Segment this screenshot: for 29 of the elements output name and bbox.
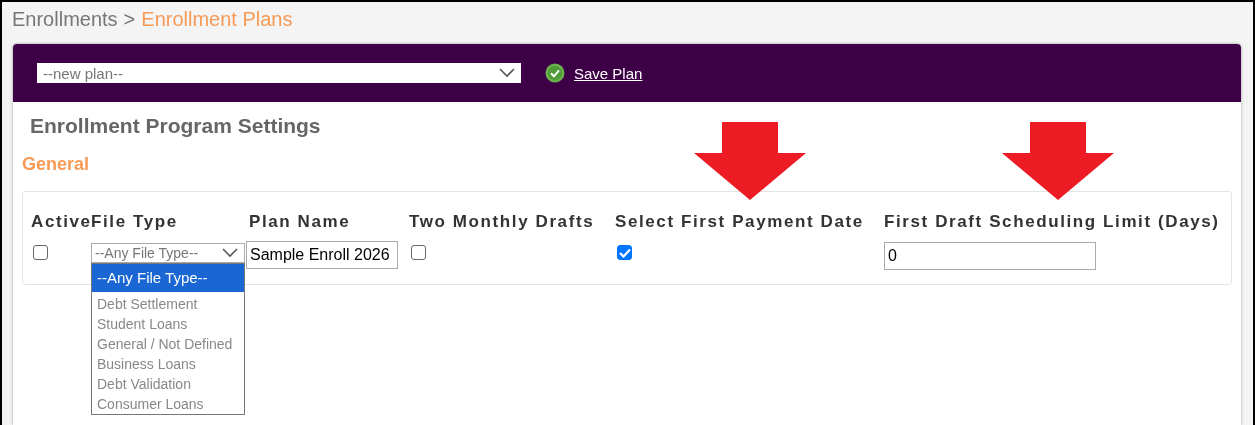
chevron-down-icon bbox=[222, 248, 238, 258]
dropdown-option[interactable]: Consumer Loans bbox=[92, 394, 244, 414]
text-field[interactable]: 0 bbox=[884, 242, 1096, 270]
save-plan-link[interactable]: Save Plan bbox=[545, 63, 643, 83]
file-type-select[interactable]: --Any File Type-- bbox=[91, 243, 245, 263]
settings-title: Enrollment Program Settings bbox=[30, 114, 322, 138]
breadcrumb-item: Enrollment Plans bbox=[141, 8, 293, 32]
checkbox[interactable] bbox=[33, 245, 48, 260]
chevron-down-icon bbox=[499, 68, 515, 78]
check-circle-icon bbox=[545, 63, 565, 83]
dropdown-option[interactable]: Debt Settlement bbox=[92, 294, 244, 314]
text-field[interactable]: Sample Enroll 2026 bbox=[246, 241, 398, 269]
column-header: Plan Name bbox=[249, 212, 352, 232]
plan-select[interactable]: --new plan-- bbox=[37, 63, 521, 83]
breadcrumb-separator: > bbox=[123, 8, 136, 32]
column-header: Select First Payment Date bbox=[615, 212, 884, 232]
column-header: Two Monthly Drafts bbox=[409, 212, 596, 232]
dropdown-option[interactable]: Student Loans bbox=[92, 314, 244, 334]
dropdown-option[interactable]: General / Not Defined bbox=[92, 334, 244, 354]
column-header: File Type bbox=[91, 212, 179, 232]
dropdown-option[interactable]: --Any File Type-- bbox=[92, 264, 244, 292]
breadcrumb-item[interactable]: Enrollments bbox=[12, 8, 118, 38]
section-heading: General bbox=[22, 154, 91, 175]
column-header: First Draft Scheduling Limit (Days) bbox=[884, 212, 1231, 232]
checkbox[interactable] bbox=[617, 245, 632, 260]
dropdown-option[interactable]: Debt Validation bbox=[92, 374, 244, 394]
checkbox[interactable] bbox=[411, 245, 426, 260]
dropdown-option[interactable]: Business Loans bbox=[92, 354, 244, 374]
column-header: Active bbox=[31, 212, 91, 232]
